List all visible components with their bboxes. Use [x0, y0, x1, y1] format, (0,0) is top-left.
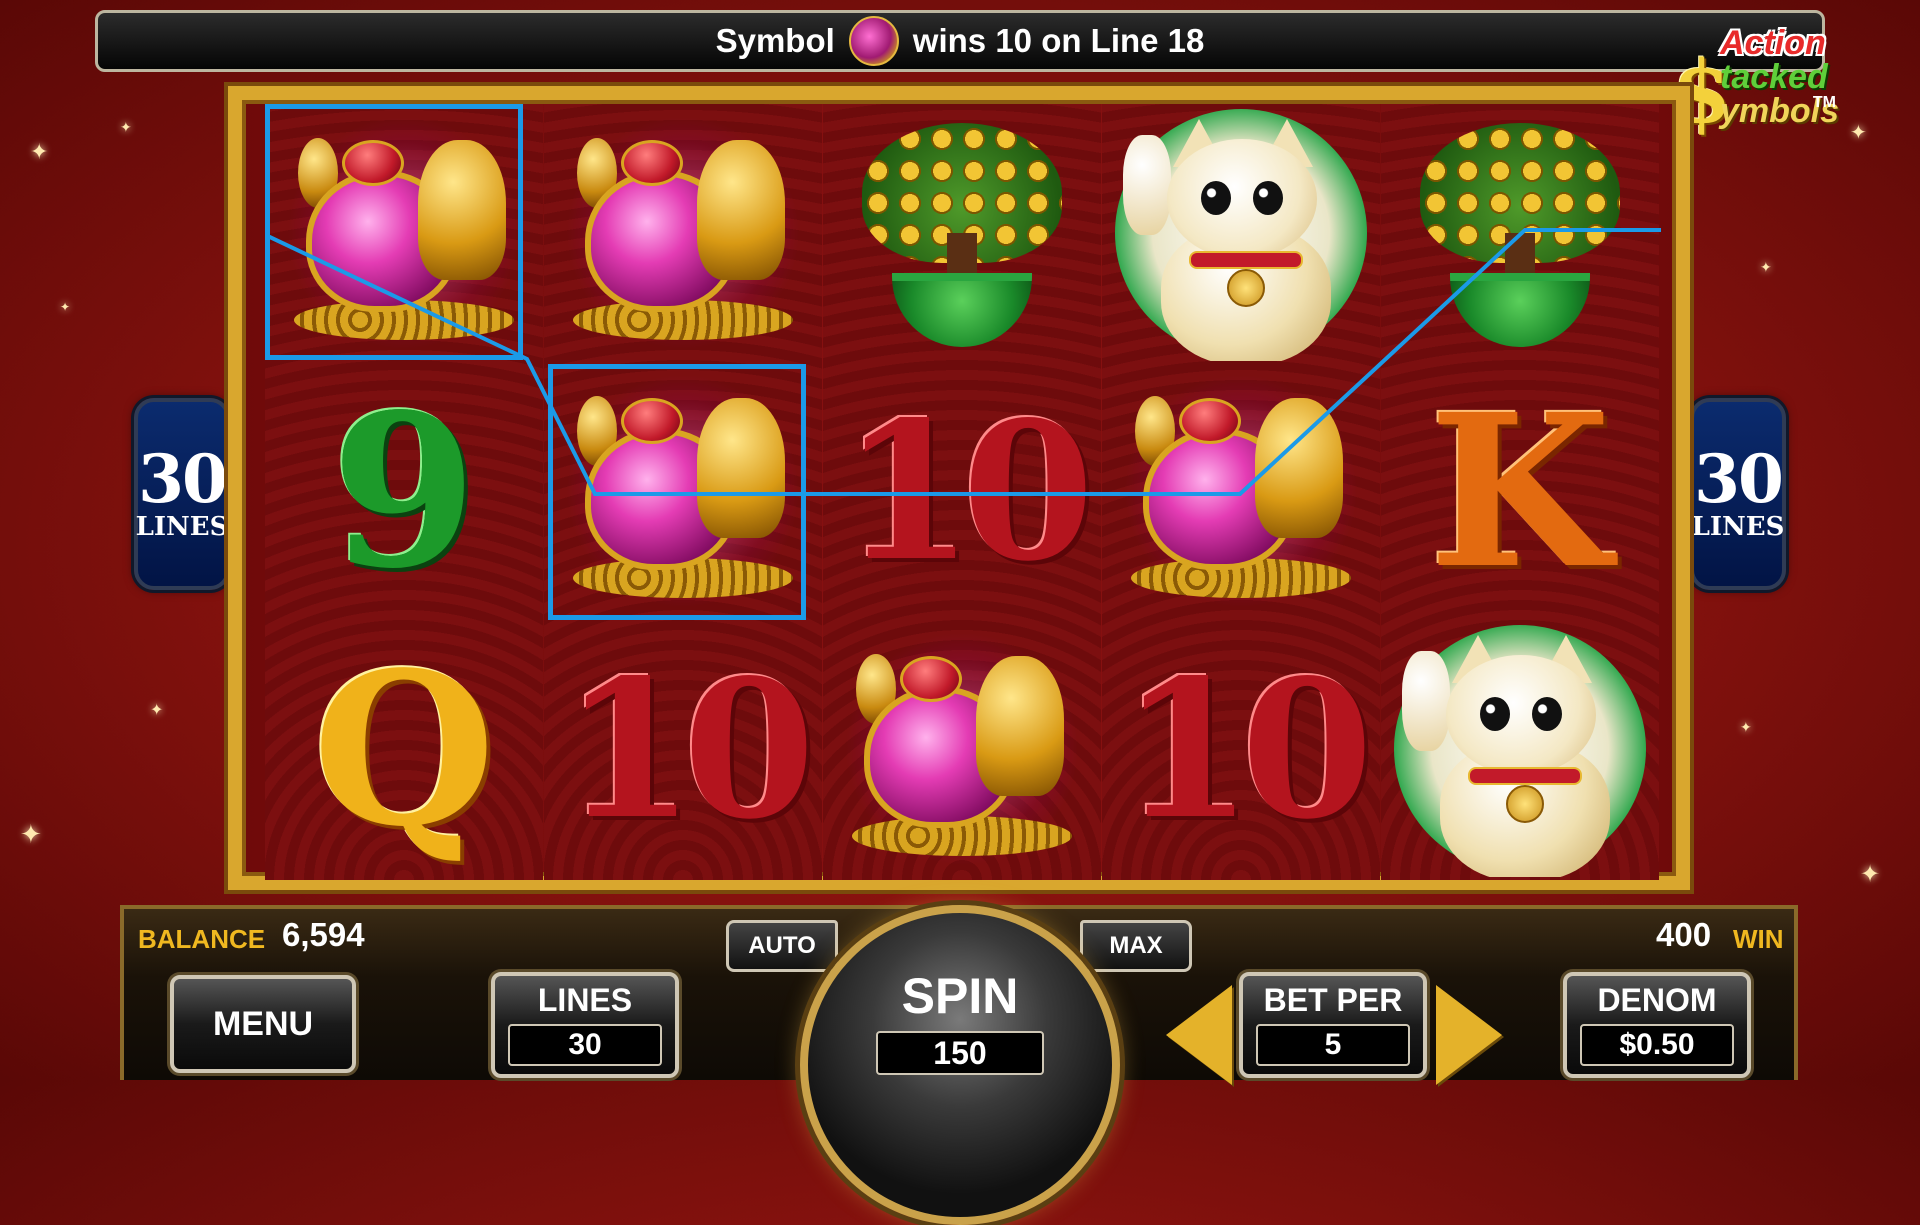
winning-symbol-highlight: [265, 104, 523, 360]
menu-button[interactable]: MENU: [170, 975, 356, 1073]
sparkle-icon: ✦: [60, 300, 71, 314]
reel-area: 9 Q 10 10 10 K: [265, 104, 1661, 880]
spin-button-label: SPIN: [901, 968, 1019, 1024]
sparkle-icon: ✦: [1740, 720, 1752, 736]
denom-label: DENOM: [1597, 982, 1717, 1018]
spin-button[interactable]: SPIN 150: [800, 905, 1120, 1225]
lines-count: 30: [138, 440, 228, 518]
auto-button-label: AUTO: [748, 932, 816, 959]
bet-increase-arrow-icon[interactable]: [1436, 985, 1502, 1085]
sparkle-icon: ✦: [30, 140, 49, 165]
balance-label: BALANCE: [138, 924, 266, 954]
bet-per-label: BET PER: [1263, 982, 1403, 1018]
lines-count: 30: [1694, 440, 1784, 518]
win-message-prefix: Symbol: [715, 22, 835, 59]
sparkle-icon: ✦: [1860, 860, 1881, 888]
lines-label: LINES: [135, 512, 229, 542]
balance-value: 6,594: [282, 916, 365, 953]
sparkle-icon: ✦: [150, 700, 164, 719]
lines-label: LINES: [1691, 512, 1785, 542]
lines-button-label: LINES: [537, 982, 633, 1018]
bet-per-value: 5: [1256, 1024, 1410, 1066]
total-bet-value: 150: [876, 1031, 1044, 1075]
sparkle-icon: ✦: [1850, 120, 1867, 144]
lines-button[interactable]: LINES 30: [491, 972, 679, 1078]
denom-button[interactable]: DENOM $0.50: [1563, 972, 1751, 1078]
turtle-symbol-icon: [848, 16, 899, 66]
win-label: WIN: [1733, 924, 1784, 954]
denom-value: $0.50: [1580, 1024, 1734, 1066]
sparkle-icon: ✦: [120, 120, 132, 136]
bet-per-button[interactable]: BET PER 5: [1239, 972, 1427, 1078]
sparkle-icon: ✦: [1760, 260, 1772, 276]
auto-button[interactable]: AUTO: [726, 920, 838, 972]
bet-decrease-arrow-icon[interactable]: [1166, 985, 1232, 1085]
action-stacked-symbols-logo: $ Action tacked ymbols TM: [1672, 22, 1839, 143]
max-button[interactable]: MAX: [1080, 920, 1192, 972]
winning-symbol-highlight: [548, 364, 806, 620]
logo-trademark: TM: [1812, 94, 1836, 111]
win-value: 400: [1656, 916, 1712, 953]
right-lines-badge: 30 LINES: [1690, 398, 1786, 590]
menu-button-label: MENU: [212, 1005, 314, 1043]
left-lines-badge: 30 LINES: [134, 398, 230, 590]
win-message-bar: Symbol wins 10 on Line 18: [95, 10, 1825, 72]
lines-value: 30: [508, 1024, 662, 1066]
win-message-text: wins 10 on Line 18: [912, 22, 1205, 59]
max-button-label: MAX: [1109, 932, 1163, 959]
sparkle-icon: ✦: [20, 820, 42, 850]
